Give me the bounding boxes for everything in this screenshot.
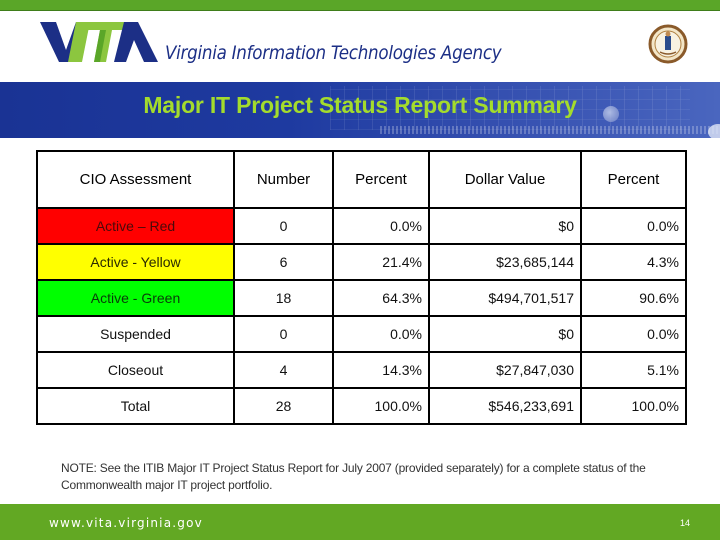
dollar-percent-cell: 4.3% — [580, 243, 687, 281]
dollar-percent-cell: 5.1% — [580, 351, 687, 389]
table-row: Suspended 0 0.0% $0 0.0% — [36, 315, 687, 353]
assessment-cell: Active - Green — [36, 279, 235, 317]
number-cell: 6 — [233, 243, 334, 281]
footnote: NOTE: See the ITIB Major IT Project Stat… — [61, 461, 646, 492]
number-cell: 28 — [233, 387, 334, 425]
assessment-cell: Active - Yellow — [36, 243, 235, 281]
assessment-cell: Active – Red — [36, 207, 235, 245]
circuit-knob — [708, 124, 720, 138]
column-header-dollar-value: Dollar Value — [428, 150, 582, 209]
state-seal-icon — [648, 24, 688, 64]
assessment-cell: Suspended — [36, 315, 235, 353]
percent-cell: 21.4% — [332, 243, 430, 281]
percent-cell: 0.0% — [332, 315, 430, 353]
table-row-total: Total 28 100.0% $546,233,691 100.0% — [36, 387, 687, 425]
number-cell: 0 — [233, 315, 334, 353]
page-title: Major IT Project Status Report Summary — [143, 92, 577, 118]
dollar-percent-cell: 100.0% — [580, 387, 687, 425]
percent-cell: 64.3% — [332, 279, 430, 317]
dollar-percent-cell: 0.0% — [580, 315, 687, 353]
dollar-percent-cell: 0.0% — [580, 207, 687, 245]
number-cell: 18 — [233, 279, 334, 317]
table-header-row: CIO Assessment Number Percent Dollar Val… — [36, 150, 687, 209]
number-cell: 0 — [233, 207, 334, 245]
dollar-value-cell: $0 — [428, 315, 582, 353]
vita-logo-icon — [40, 22, 158, 62]
table-row: Closeout 4 14.3% $27,847,030 5.1% — [36, 351, 687, 389]
agency-name: Virginia Information Technologies Agency — [165, 42, 502, 64]
column-header-number: Number — [233, 150, 334, 209]
column-header-percent: Percent — [332, 150, 430, 209]
footer-bar: www.vita.virginia.gov 14 — [0, 504, 720, 540]
dollar-percent-cell: 90.6% — [580, 279, 687, 317]
number-cell: 4 — [233, 351, 334, 389]
percent-cell: 14.3% — [332, 351, 430, 389]
table-row: Active – Red 0 0.0% $0 0.0% — [36, 207, 687, 245]
circuit-pins — [380, 126, 720, 134]
dollar-value-cell: $494,701,517 — [428, 279, 582, 317]
dollar-value-cell: $0 — [428, 207, 582, 245]
footer-url-link[interactable]: www.vita.virginia.gov — [49, 516, 203, 530]
dollar-value-cell: $27,847,030 — [428, 351, 582, 389]
table-row: Active - Green 18 64.3% $494,701,517 90.… — [36, 279, 687, 317]
assessment-cell: Closeout — [36, 351, 235, 389]
status-summary-table: CIO Assessment Number Percent Dollar Val… — [36, 150, 687, 425]
column-header-dollar-percent: Percent — [580, 150, 687, 209]
top-accent-bar — [0, 0, 720, 11]
dollar-value-cell: $546,233,691 — [428, 387, 582, 425]
dollar-value-cell: $23,685,144 — [428, 243, 582, 281]
percent-cell: 100.0% — [332, 387, 430, 425]
assessment-cell: Total — [36, 387, 235, 425]
table-row: Active - Yellow 6 21.4% $23,685,144 4.3% — [36, 243, 687, 281]
percent-cell: 0.0% — [332, 207, 430, 245]
page-number: 14 — [680, 518, 691, 528]
column-header-cio-assessment: CIO Assessment — [36, 150, 235, 209]
